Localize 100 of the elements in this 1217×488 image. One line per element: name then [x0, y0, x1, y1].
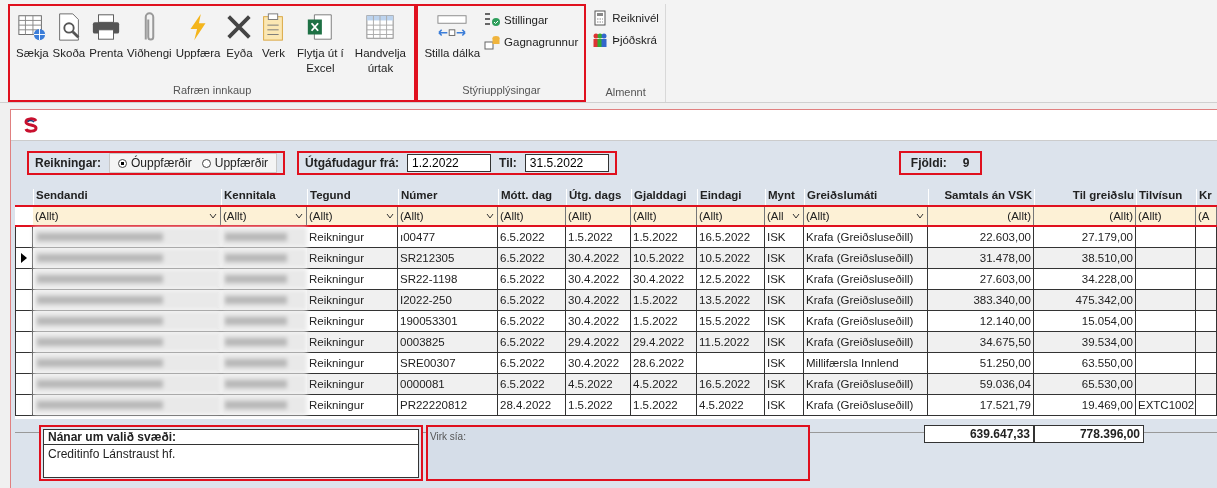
column-filter[interactable]: (Allt)	[566, 207, 631, 225]
table-cell: Reikningur	[307, 269, 398, 289]
toolbar-button[interactable]: Stilla dálka	[422, 10, 483, 82]
row-selector[interactable]	[15, 290, 33, 310]
column-filter[interactable]: (Allt)	[221, 207, 307, 225]
column-filter[interactable]: (Allt)	[1136, 207, 1196, 225]
date-to-field[interactable]: 31.5.2022	[524, 154, 609, 172]
group-label: Stýriupplýsingar	[461, 83, 542, 98]
table-cell: Reikningur	[307, 332, 398, 352]
table-cell: 27.179,00	[1034, 227, 1136, 247]
row-selector[interactable]	[15, 269, 33, 289]
column-filter[interactable]: (Allt)	[631, 207, 697, 225]
table-cell: ı00477	[398, 227, 498, 247]
table-cell: 1.5.2022	[631, 395, 697, 415]
table-cell: Krafa (Greiðsluseðill)	[804, 227, 928, 247]
column-filter[interactable]: (Allt)	[928, 207, 1034, 225]
row-selector[interactable]	[15, 332, 33, 352]
table-cell: Krafa (Greiðsluseðill)	[804, 332, 928, 352]
table-cell: 17.521,79	[928, 395, 1034, 415]
row-selector[interactable]	[15, 395, 33, 415]
details-field[interactable]: Creditinfo Lánstraust hf.	[43, 444, 419, 478]
table-cell: 28.4.2022	[498, 395, 566, 415]
table-cell: ISK	[765, 374, 804, 394]
active-filter-label: Virk sía:	[430, 431, 466, 442]
toolbar-button[interactable]: Prenta	[87, 10, 126, 82]
table-cell: ISK	[765, 269, 804, 289]
toolbar-button[interactable]: Uppfæra	[173, 10, 223, 82]
column-filter[interactable]: (Allt)	[804, 207, 928, 225]
table-cell: Reikningur	[307, 290, 398, 310]
table-cell: 30.4.2022	[566, 353, 631, 373]
table-cell: 475.342,00	[1034, 290, 1136, 310]
row-selector[interactable]	[15, 227, 33, 247]
calculator-icon	[592, 10, 609, 26]
printer-icon	[91, 12, 122, 42]
table-cell: ISK	[765, 311, 804, 331]
column-filter[interactable]: (Allt)	[697, 207, 765, 225]
table-cell: Millifærsla Innlend	[804, 353, 928, 373]
table-cell: Reikningur	[307, 395, 398, 415]
table-cell: 63.550,00	[1034, 353, 1136, 373]
table-cell: 1.5.2022	[566, 395, 631, 415]
table-cell: 29.4.2022	[631, 332, 697, 352]
table-cell: 30.4.2022	[631, 269, 697, 289]
table-globe-icon	[17, 12, 48, 42]
table-cell: 1.5.2022	[631, 290, 697, 310]
toolbar-button[interactable]: Sækja	[14, 10, 51, 82]
table-cell: 6.5.2022	[498, 227, 566, 247]
column-filter[interactable]: (Allt)	[498, 207, 566, 225]
details-label: Nánar um valið svæði:	[43, 429, 419, 444]
toolbar-button[interactable]: Verk	[256, 10, 291, 82]
row-selector[interactable]	[15, 353, 33, 373]
people-icon	[592, 32, 609, 48]
toolbar-button[interactable]: Eyða	[222, 10, 257, 82]
table-cell: 13.5.2022	[697, 290, 765, 310]
dropdown-icon	[791, 211, 801, 221]
table-cell: 16.5.2022	[697, 227, 765, 247]
radio-option[interactable]: Óuppfærðir	[118, 156, 192, 170]
date-from-field[interactable]: 1.2.2022	[407, 154, 492, 172]
dropdown-icon	[208, 211, 218, 221]
row-selector[interactable]	[15, 248, 33, 268]
column-filter[interactable]: (A	[1196, 207, 1217, 225]
column-filter[interactable]: (All	[765, 207, 804, 225]
table-cell: ISK	[765, 248, 804, 268]
table-cell: 27.603,00	[928, 269, 1034, 289]
row-selector[interactable]	[15, 374, 33, 394]
toolbar-button[interactable]: Flytja út í Excel	[290, 10, 351, 82]
table-cell: 12.140,00	[928, 311, 1034, 331]
table-cell: 29.4.2022	[566, 332, 631, 352]
table-cell: 4.5.2022	[697, 395, 765, 415]
column-filter[interactable]: (Allt)	[33, 207, 221, 225]
table-cell: 34.228,00	[1034, 269, 1136, 289]
table-cell: 6.5.2022	[498, 311, 566, 331]
table-cell: 383.340,00	[928, 290, 1034, 310]
dropdown-icon	[485, 211, 495, 221]
table-cell: SR22-1198	[398, 269, 498, 289]
table-cell: Krafa (Greiðsluseðill)	[804, 311, 928, 331]
grid-icon	[365, 12, 396, 42]
row-selector[interactable]	[15, 311, 33, 331]
table-cell: 1.5.2022	[631, 311, 697, 331]
table-cell: SRE00307	[398, 353, 498, 373]
toolbar-button[interactable]: Þjóðskrá	[590, 32, 661, 48]
toolbar-button[interactable]: Skoða	[50, 10, 88, 82]
table-cell: 16.5.2022	[697, 374, 765, 394]
toolbar-button[interactable]: Viðhengi	[125, 10, 174, 82]
toolbar-button[interactable]: Reiknivél	[590, 10, 661, 26]
total-field: 778.396,00	[1034, 425, 1144, 443]
table-cell: 6.5.2022	[498, 269, 566, 289]
toolbar-button[interactable]: Stillingar	[482, 12, 581, 28]
table-cell: Reikningur	[307, 374, 398, 394]
radio-option[interactable]: Uppfærðir	[201, 156, 269, 170]
toolbar-button[interactable]: Gagnagrunnur	[482, 34, 581, 50]
count-label: Fjöldi:	[910, 156, 947, 170]
table-cell: 30.4.2022	[566, 290, 631, 310]
table-cell: 6.5.2022	[498, 353, 566, 373]
toolbar-button[interactable]: Handvelja úrtak	[350, 10, 411, 82]
column-filter[interactable]: (Allt)	[1034, 207, 1136, 225]
table-cell: Krafa (Greiðsluseðill)	[804, 269, 928, 289]
table-cell: 15.5.2022	[697, 311, 765, 331]
column-filter[interactable]: (Allt)	[307, 207, 398, 225]
column-filter[interactable]: (Allt)	[398, 207, 498, 225]
table-cell: 38.510,00	[1034, 248, 1136, 268]
